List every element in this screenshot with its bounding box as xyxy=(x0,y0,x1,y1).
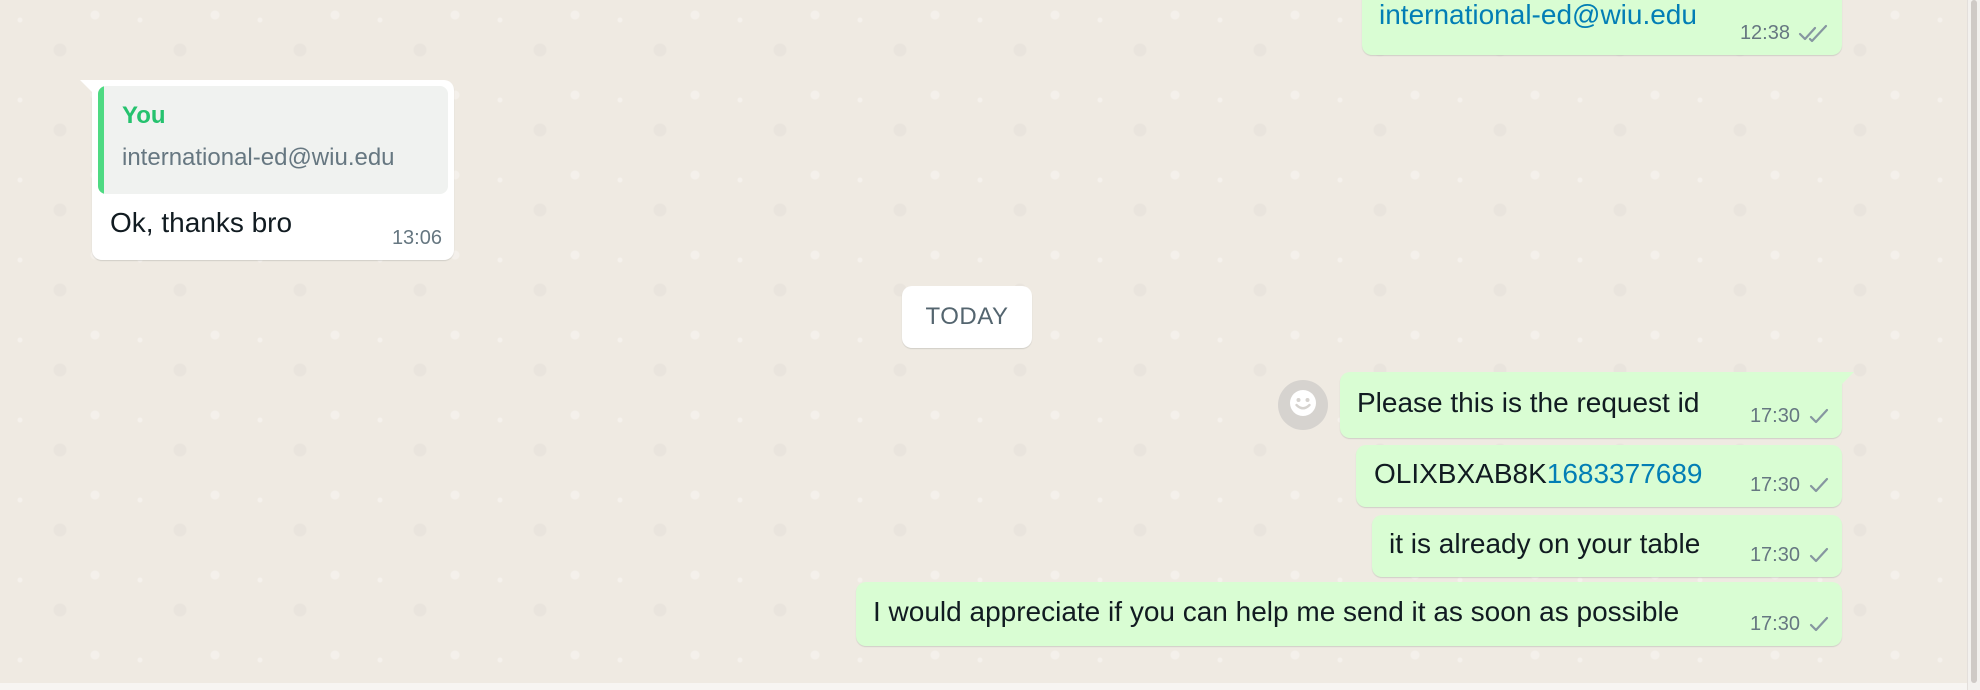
date-label: TODAY xyxy=(925,303,1009,330)
chat-panel: international-ed@wiu.edu 12:38 You inter… xyxy=(0,0,1980,690)
scrollbar-thumb[interactable] xyxy=(1971,0,1977,683)
message-bubble-incoming[interactable]: You international-ed@wiu.edu Ok, thanks … xyxy=(80,80,454,260)
check-icon xyxy=(1808,407,1830,427)
double-check-icon xyxy=(1798,24,1830,44)
scrollbar[interactable] xyxy=(1967,0,1980,690)
message-bubble-outgoing[interactable]: Please this is the request id 17:30 xyxy=(1340,372,1854,438)
date-separator: TODAY xyxy=(902,286,1032,348)
message-bubble-outgoing[interactable]: OLIXBXAB8K1683377689 17:30 xyxy=(1356,445,1842,507)
message-time: 12:38 xyxy=(1739,22,1790,44)
quote-text: international-ed@wiu.edu xyxy=(122,144,395,171)
message-meta: 17:30 xyxy=(1750,613,1830,636)
message-meta: 17:30 xyxy=(1750,405,1830,428)
quoted-message[interactable]: You international-ed@wiu.edu xyxy=(98,86,448,194)
message-bubble-outgoing[interactable]: I would appreciate if you can help me se… xyxy=(856,582,1842,646)
phone-number-link[interactable]: 1683377689 xyxy=(1547,458,1703,489)
message-time: 17:30 xyxy=(1749,474,1800,496)
check-icon xyxy=(1808,476,1830,496)
message-time: 17:30 xyxy=(1749,544,1800,566)
message-bubble-outgoing[interactable]: it is already on your table 17:30 xyxy=(1372,515,1842,577)
message-meta: 12:38 xyxy=(1740,22,1830,45)
message-text: it is already on your table xyxy=(1389,528,1701,559)
message-email-link[interactable]: international-ed@wiu.edu xyxy=(1379,0,1697,32)
composer-edge xyxy=(0,683,1980,690)
message-text: I would appreciate if you can help me se… xyxy=(873,596,1680,627)
message-text: Please this is the request id xyxy=(1357,387,1700,418)
check-icon xyxy=(1808,615,1830,635)
bubble-tail xyxy=(1840,372,1854,386)
message-meta: 13:06 xyxy=(392,227,442,250)
message-time: 17:30 xyxy=(1749,405,1800,427)
emoji-reaction-button[interactable] xyxy=(1278,380,1328,430)
check-icon xyxy=(1808,546,1830,566)
message-meta: 17:30 xyxy=(1750,544,1830,567)
message-text: Ok, thanks bro xyxy=(110,207,293,238)
message-time: 17:30 xyxy=(1749,613,1800,635)
quote-accent-bar xyxy=(98,86,104,194)
request-id-prefix: OLIXBXAB8K xyxy=(1374,458,1547,489)
smiley-icon xyxy=(1288,388,1318,423)
message-meta: 17:30 xyxy=(1750,474,1830,497)
bubble-tail xyxy=(80,80,94,94)
message-time: 13:06 xyxy=(391,227,442,249)
message-bubble-outgoing[interactable]: international-ed@wiu.edu 12:38 xyxy=(1362,0,1842,55)
quote-author: You xyxy=(122,102,166,129)
message-text: OLIXBXAB8K1683377689 xyxy=(1374,457,1703,491)
